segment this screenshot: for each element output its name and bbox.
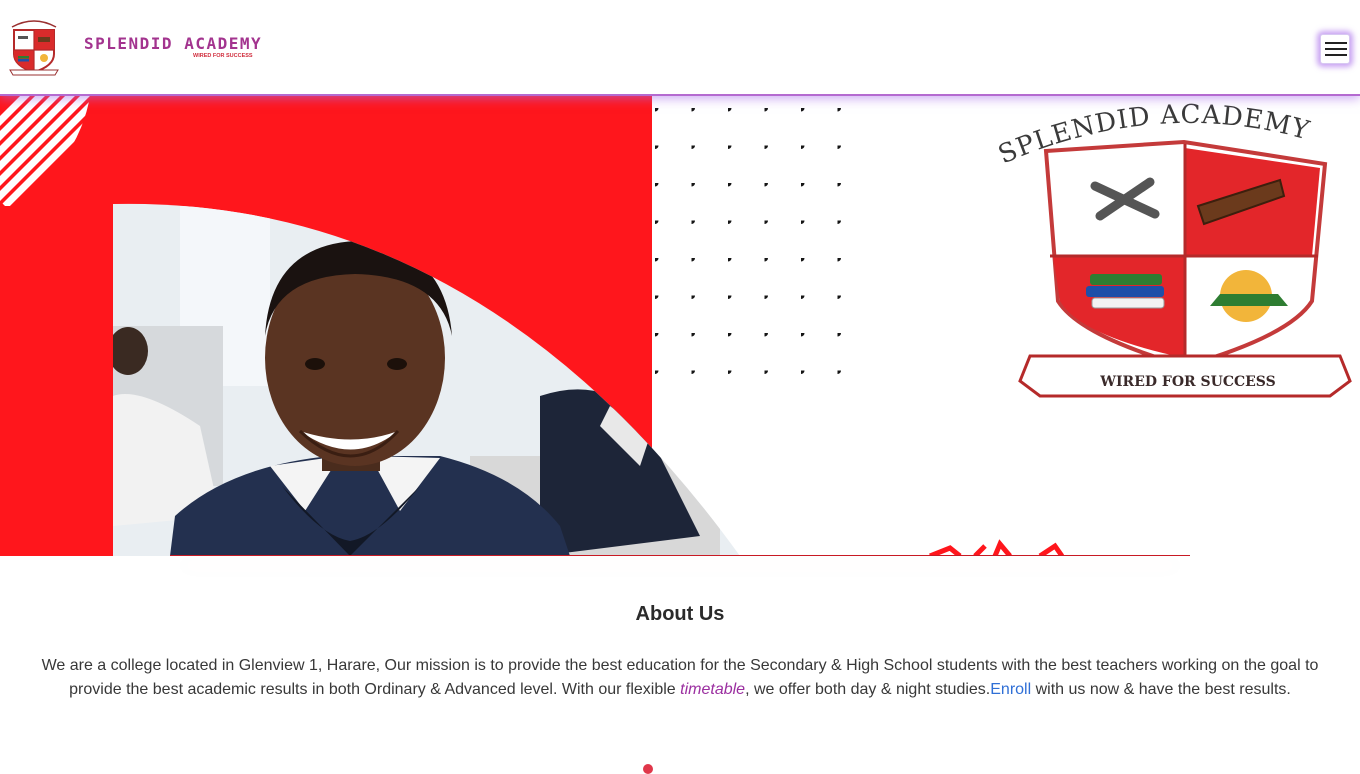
enroll-link[interactable]: Enroll (990, 681, 1031, 698)
crest-banner-text: WIRED FOR SUCCESS (1099, 374, 1275, 390)
dots-grid-decoration (652, 106, 842, 386)
brand-wordmark[interactable]: SPLENDID ACADEMY WIRED FOR SUCCESS (84, 34, 263, 64)
brand-tagline: WIRED FOR SUCCESS (193, 53, 253, 59)
about-text-part-3: with us now & have the best results. (1031, 681, 1291, 698)
timetable-link[interactable]: timetable (680, 681, 745, 698)
next-section-indicator (643, 764, 653, 774)
hamburger-menu-icon (1325, 42, 1347, 44)
academy-crest-logo[interactable] (4, 12, 64, 78)
menu-toggle-button[interactable] (1320, 34, 1350, 64)
about-text-part-2: , we offer both day & night studies. (745, 681, 991, 698)
hamburger-menu-icon-bar (1325, 48, 1347, 50)
hero-banner: SPLENDID ACADEMY WIRED FOR SUCCESS (0, 96, 1360, 556)
about-us-paragraph: We are a college located in Glenview 1, … (38, 654, 1322, 702)
hamburger-menu-icon-bar (1325, 54, 1347, 56)
hero-banner-graphic: SPLENDID ACADEMY WIRED FOR SUCCESS (0, 96, 1352, 556)
hero-crest-emblem: SPLENDID ACADEMY WIRED FOR SUCCESS (994, 100, 1352, 398)
about-us-heading: About Us (635, 603, 725, 625)
hero-divider-line (170, 555, 1190, 556)
brand-name: SPLENDID ACADEMY (84, 34, 263, 53)
navbar: SPLENDID ACADEMY WIRED FOR SUCCESS (0, 0, 1360, 96)
